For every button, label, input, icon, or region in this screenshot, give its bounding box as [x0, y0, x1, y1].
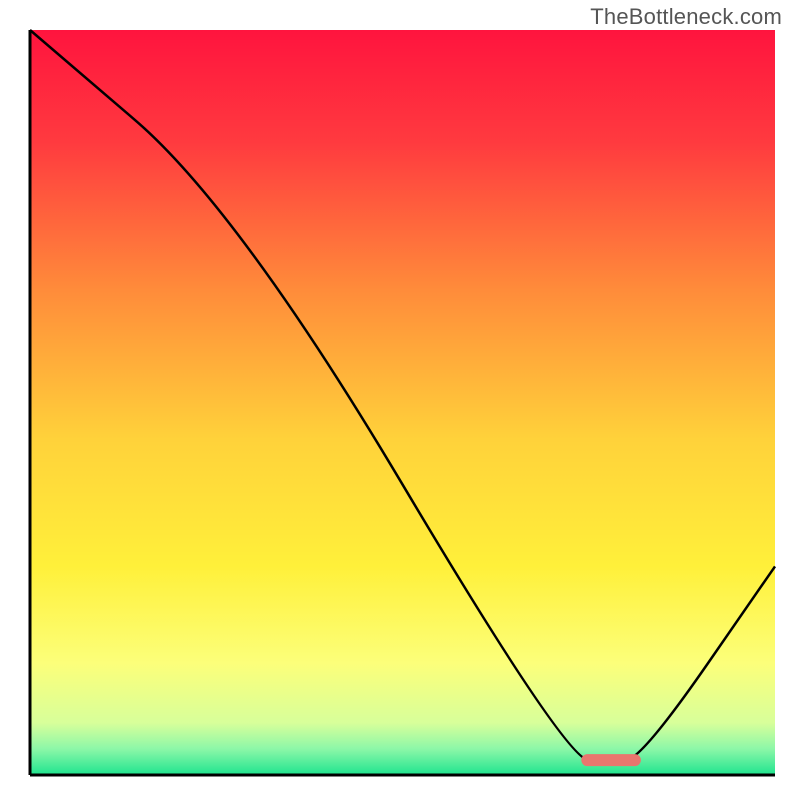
bottleneck-chart [0, 0, 800, 800]
chart-container: TheBottleneck.com [0, 0, 800, 800]
optimal-marker [581, 754, 641, 766]
plot-background [30, 30, 775, 775]
